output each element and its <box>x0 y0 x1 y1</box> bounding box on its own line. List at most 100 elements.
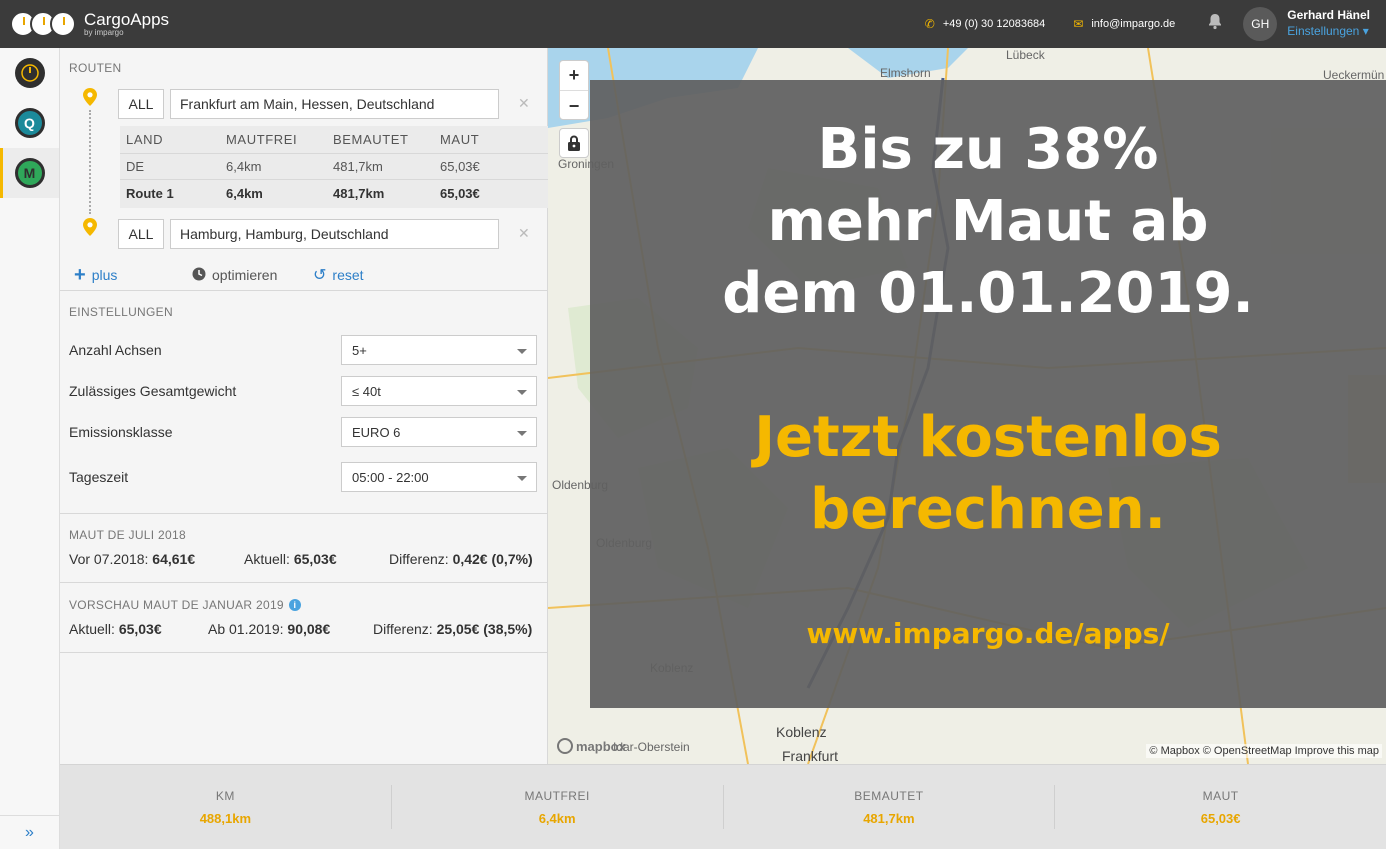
origin-stop-row: ALL <box>118 89 499 119</box>
setting-emission: Emissionsklasse EURO 6 <box>69 417 539 447</box>
destination-all-toggle[interactable]: ALL <box>118 219 164 249</box>
top-header: CargoApps by impargo ✆ +49 (0) 30 120836… <box>0 0 1386 48</box>
zoom-in-button[interactable]: + <box>560 61 588 91</box>
map-label: Lübeck <box>1006 48 1045 62</box>
origin-pin-icon <box>83 88 97 111</box>
mapbox-logo: mapbox <box>557 738 626 754</box>
table-row-total: Route 1 6,4km 481,7km 65,03€ <box>126 185 480 201</box>
setting-axles: Anzahl Achsen 5+ <box>69 335 539 365</box>
lock-icon <box>568 135 580 151</box>
promo-url[interactable]: www.impargo.de/apps/ <box>590 616 1386 652</box>
maut-after-jan: Ab 01.2019: 90,08€ <box>208 621 331 637</box>
summary-bemautet: BEMAUTET 481,7km <box>724 785 1056 829</box>
undo-icon: ↺ <box>313 267 327 284</box>
maut-juli-block: MAUT DE JULI 2018 Vor 07.2018: 64,61€ Ak… <box>60 528 548 571</box>
settings-title: EINSTELLUNGEN <box>69 305 173 319</box>
rail-item-q[interactable]: Q <box>0 98 59 148</box>
phone-contact[interactable]: ✆ +49 (0) 30 12083684 <box>925 17 1046 31</box>
optimize-button[interactable]: optimieren <box>192 267 277 284</box>
mapbox-icon <box>557 738 573 754</box>
table-row: DE 6,4km 481,7km 65,03€ <box>120 154 548 180</box>
m-app-icon: M <box>14 158 45 188</box>
maut-januar-title: VORSCHAU MAUT DE JANUAR 2019 i <box>69 598 548 612</box>
envelope-icon: ✉ <box>1073 17 1084 31</box>
divider <box>60 652 548 653</box>
app-rail: Q M » <box>0 48 60 849</box>
maut-current: Aktuell: 65,03€ <box>244 551 337 567</box>
chevron-down-icon <box>517 349 527 354</box>
clock-icon <box>192 267 206 284</box>
gauge-app-icon <box>14 58 45 88</box>
app-logo[interactable]: CargoApps by impargo <box>10 11 169 37</box>
info-icon[interactable]: i <box>288 599 301 611</box>
divider <box>60 513 548 514</box>
maut-januar-block: VORSCHAU MAUT DE JANUAR 2019 i Aktuell: 6… <box>60 598 548 641</box>
setting-daytime: Tageszeit 05:00 - 22:00 <box>69 462 539 492</box>
emission-select[interactable]: EURO 6 <box>341 417 537 447</box>
map-attribution[interactable]: © Mapbox © OpenStreetMap Improve this ma… <box>1146 744 1382 758</box>
route-panel: ROUTEN ALL ✕ LAND MAUTFREI BEMAUTET MAUT… <box>60 48 548 764</box>
logo-gauge-icon <box>10 11 76 37</box>
map-label: Frankfurt <box>782 748 839 764</box>
maut-before: Vor 07.2018: 64,61€ <box>69 551 196 567</box>
bell-icon[interactable] <box>1207 13 1223 35</box>
maut-juli-title: MAUT DE JULI 2018 <box>69 528 186 542</box>
maut-diff-jan: Differenz: 25,05€ (38,5%) <box>373 621 533 637</box>
chevron-down-icon <box>517 476 527 481</box>
routes-title: ROUTEN <box>69 61 122 75</box>
origin-all-toggle[interactable]: ALL <box>118 89 164 119</box>
plus-icon: + <box>74 263 86 286</box>
promo-overlay: Bis zu 38% mehr Maut ab dem 01.01.2019. … <box>590 80 1386 708</box>
q-app-icon: Q <box>14 108 45 138</box>
remove-origin-icon[interactable]: ✕ <box>518 95 530 112</box>
caret-down-icon: ▾ <box>1359 24 1369 38</box>
col-maut: MAUT <box>440 132 480 147</box>
zoom-out-button[interactable]: − <box>560 91 588 121</box>
maut-current-jan: Aktuell: 65,03€ <box>69 621 162 637</box>
promo-headline: Bis zu 38% mehr Maut ab dem 01.01.2019. <box>722 117 1254 326</box>
origin-input[interactable] <box>170 89 499 119</box>
reset-button[interactable]: ↺ reset <box>313 265 364 285</box>
chevron-down-icon <box>517 390 527 395</box>
maut-diff: Differenz: 0,42€ (0,7%) <box>389 551 533 567</box>
setting-weight: Zulässiges Gesamtgewicht ≤ 40t <box>69 376 539 406</box>
divider <box>60 582 548 583</box>
user-name: Gerhard Hänel <box>1287 8 1370 23</box>
daytime-select[interactable]: 05:00 - 22:00 <box>341 462 537 492</box>
chevron-down-icon <box>517 431 527 436</box>
table-header: LAND MAUTFREI BEMAUTET MAUT <box>120 126 548 154</box>
axles-select[interactable]: 5+ <box>341 335 537 365</box>
summary-km: KM 488,1km <box>60 785 392 829</box>
destination-input[interactable] <box>170 219 499 249</box>
weight-select[interactable]: ≤ 40t <box>341 376 537 406</box>
col-mautfrei: MAUTFREI <box>226 132 298 147</box>
route-connector <box>89 110 91 214</box>
summary-maut: MAUT 65,03€ <box>1200 788 1241 826</box>
settings-dropdown-link[interactable]: Einstellungen ▾ <box>1287 24 1370 40</box>
remove-destination-icon[interactable]: ✕ <box>518 225 530 242</box>
destination-stop-row: ALL <box>118 219 499 249</box>
brand-name: CargoApps <box>84 10 170 29</box>
col-land: LAND <box>126 132 164 147</box>
route-actions: + plus optimieren ↺ reset <box>60 260 548 290</box>
rail-item-gauge[interactable] <box>0 48 59 98</box>
phone-icon: ✆ <box>924 17 935 31</box>
avatar[interactable]: GH <box>1243 7 1278 41</box>
add-stop-button[interactable]: + plus <box>74 264 117 287</box>
summary-bar: KM 488,1km MAUTFREI 6,4km BEMAUTET 481,7… <box>60 764 1386 849</box>
zoom-control: + − <box>559 60 589 120</box>
promo-cta: Jetzt kostenlos berechnen. <box>754 405 1222 542</box>
col-bemautet: BEMAUTET <box>333 132 409 147</box>
email-address: info@impargo.de <box>1091 18 1176 30</box>
map-label: Elmshorn <box>880 66 931 80</box>
map-label: Koblenz <box>776 724 827 740</box>
summary-mautfrei: MAUTFREI 6,4km <box>392 785 724 829</box>
rail-item-m[interactable]: M <box>0 148 59 198</box>
expand-rail-icon[interactable]: » <box>0 815 59 849</box>
user-menu[interactable]: Gerhard Hänel Einstellungen ▾ <box>1287 8 1370 39</box>
route-table: LAND MAUTFREI BEMAUTET MAUT DE 6,4km 481… <box>120 126 548 208</box>
email-contact[interactable]: ✉ info@impargo.de <box>1073 17 1175 31</box>
lock-button[interactable] <box>559 128 589 158</box>
phone-number: +49 (0) 30 12083684 <box>942 18 1046 30</box>
divider <box>60 290 548 291</box>
